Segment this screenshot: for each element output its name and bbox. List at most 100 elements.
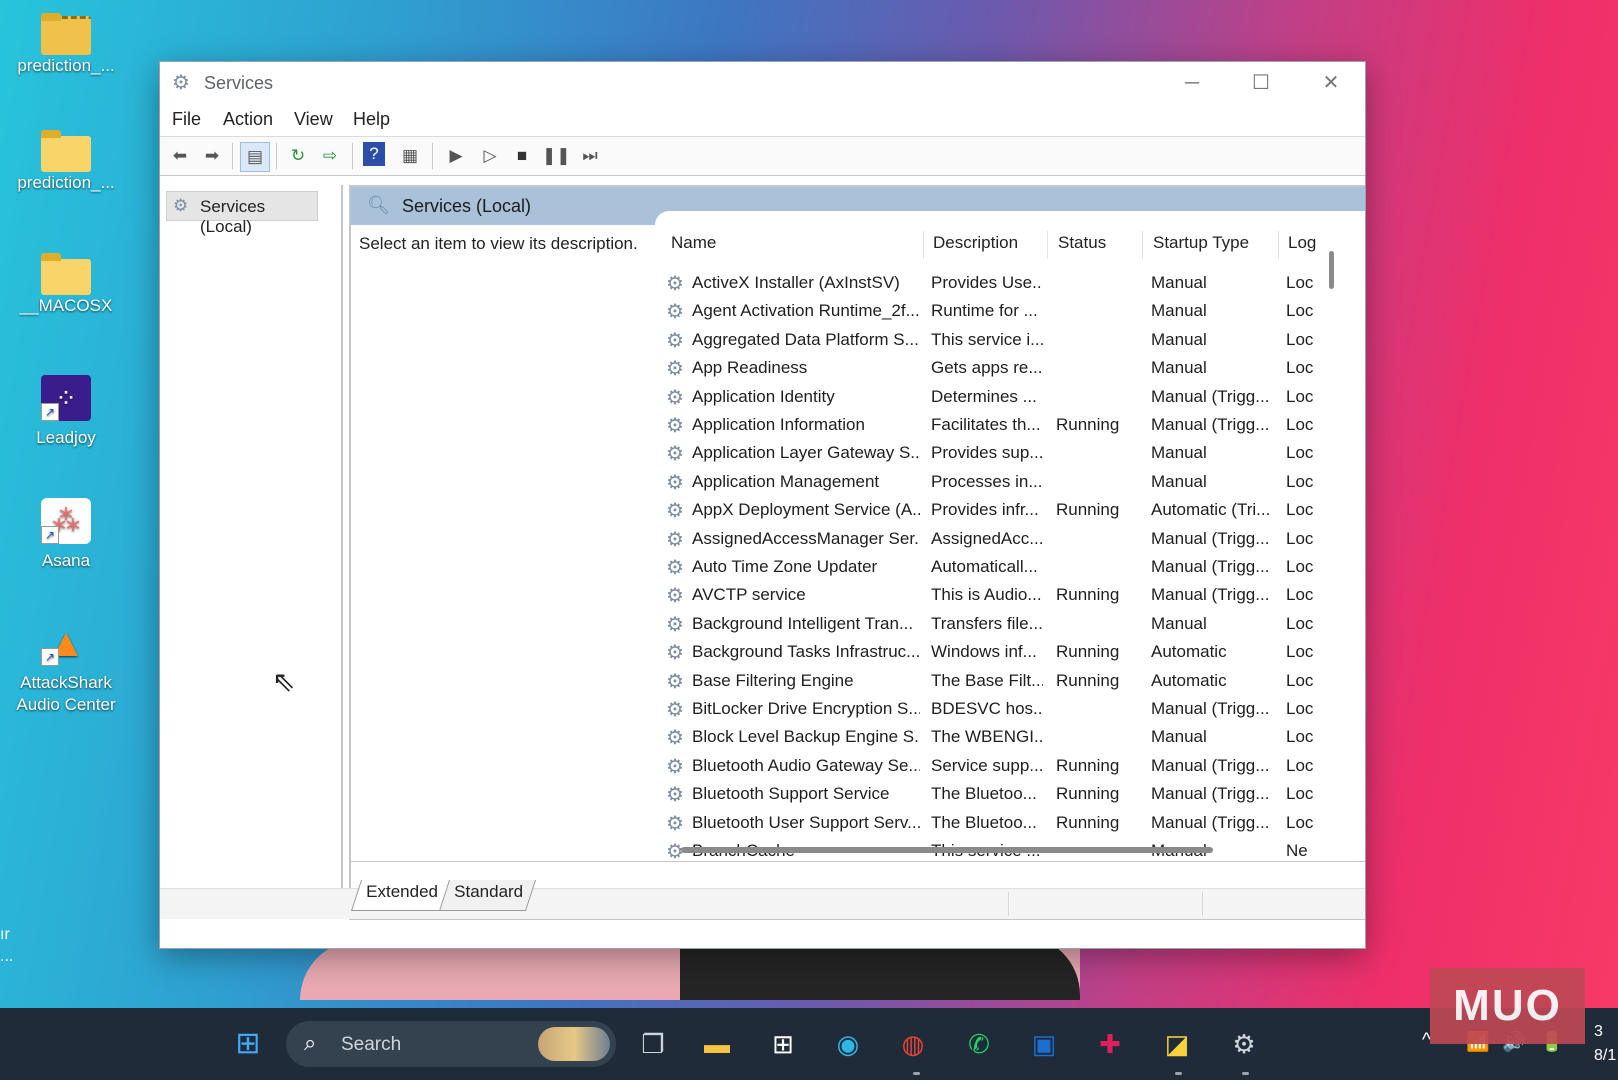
desktop-icon-prediction-folder[interactable]: prediction_... — [8, 130, 124, 194]
service-description: Service supp... — [931, 755, 1043, 775]
service-row[interactable]: ⚙ BitLocker Drive Encryption S... BDESVC h… — [663, 695, 1323, 723]
service-row[interactable]: ⚙ AppX Deployment Service (A... Provides i… — [663, 496, 1323, 524]
service-name: ActiveX Installer (AxInstSV) — [692, 273, 900, 292]
service-row[interactable]: ⚙ Application Identity Determines ... Manua… — [663, 383, 1323, 411]
menu-action[interactable]: Action — [223, 109, 273, 130]
service-startup-type: Manual (Trigg... — [1151, 784, 1270, 804]
close-button[interactable]: ✕ — [1297, 62, 1365, 104]
properties-icon[interactable]: ▦ — [396, 142, 424, 170]
desktop-icon-asana[interactable]: ⁂ ↗ Asana — [8, 498, 124, 572]
service-gear-icon: ⚙ — [666, 557, 684, 579]
service-name: Background Intelligent Tran... — [692, 613, 914, 633]
service-name: Bluetooth Support Service — [692, 784, 890, 804]
file-explorer-icon[interactable]: ▬ — [695, 1022, 739, 1066]
column-separator[interactable] — [1278, 231, 1279, 259]
service-gear-icon: ⚙ — [666, 699, 684, 721]
refresh-icon[interactable]: ↻ — [284, 142, 312, 170]
column-separator[interactable] — [923, 231, 924, 259]
service-gear-icon: ⚙ — [666, 471, 684, 494]
pause-service-icon[interactable]: ❚❚ — [542, 142, 571, 170]
service-row[interactable]: ⚙ App Readiness Gets apps re... Manual Loc — [663, 354, 1323, 382]
column-header-startup-type[interactable]: Startup Type — [1153, 233, 1249, 253]
desktop-icon-prediction-zip[interactable]: prediction_... — [8, 10, 124, 77]
column-header-description[interactable]: Description — [933, 233, 1018, 253]
service-row[interactable]: ⚙ Auto Time Zone Updater Automaticall... Ma… — [663, 553, 1323, 581]
menu-help[interactable]: Help — [353, 109, 390, 130]
desktop-icon-leadjoy[interactable]: ⁘ ↗ Leadjoy — [8, 375, 124, 449]
tab-extended[interactable]: Extended — [350, 880, 451, 911]
service-gear-icon: ⚙ — [666, 727, 684, 750]
title-bar[interactable]: ⚙ Services ─ ☐ ✕ — [160, 62, 1365, 104]
service-row[interactable]: ⚙ Block Level Backup Engine S... The WBENG… — [663, 723, 1323, 751]
service-description: Provides Use... — [931, 273, 1043, 292]
service-row[interactable]: ⚙ Aggregated Data Platform S... This servi… — [663, 326, 1323, 354]
column-separator[interactable] — [1047, 231, 1048, 259]
microsoft-store-icon[interactable]: ⊞ — [761, 1022, 805, 1066]
export-list-icon[interactable]: ⇨ — [316, 142, 344, 170]
service-row[interactable]: ⚙ ActiveX Installer (AxInstSV) Provides Us… — [663, 269, 1323, 297]
clock-date: 8/1 — [1594, 1047, 1617, 1064]
chrome-browser-icon[interactable]: ◍ — [891, 1022, 935, 1066]
forward-arrow-icon[interactable]: ➡ — [198, 142, 226, 170]
service-row[interactable]: ⚙ AVCTP service This is Audio... Running Man… — [663, 581, 1323, 609]
show-hide-console-tree-icon[interactable]: ▤ — [240, 142, 270, 172]
service-row[interactable]: ⚙ Base Filtering Engine The Base Filt... Ru… — [663, 667, 1323, 695]
service-name: Application Management — [692, 471, 880, 491]
maximize-button[interactable]: ☐ — [1227, 62, 1295, 104]
column-separator[interactable] — [1142, 231, 1143, 259]
service-status: Running — [1056, 670, 1120, 690]
service-name: App Readiness — [692, 358, 808, 378]
start-service-alt-icon[interactable]: ▷ — [476, 142, 504, 170]
desktop-icon-attackshark[interactable]: ▲ ↗ AttackShark Audio Center — [8, 620, 124, 716]
service-row[interactable]: ⚙ Agent Activation Runtime_2f... Runtime f… — [663, 297, 1323, 325]
column-header-logon[interactable]: Log — [1288, 233, 1316, 253]
back-arrow-icon[interactable]: ⬅ — [166, 142, 194, 170]
running-indicator — [913, 1072, 920, 1075]
service-description: Windows inf... — [931, 642, 1037, 662]
service-row[interactable]: ⚙ Bluetooth User Support Serv... The Bluet… — [663, 809, 1323, 837]
service-row[interactable]: ⚙ Background Tasks Infrastruc... Windows i… — [663, 638, 1323, 666]
service-row[interactable]: ⚙ Application Management Processes in... Ma… — [663, 468, 1323, 496]
service-row[interactable]: ⚙ Application Layer Gateway S... Provides … — [663, 439, 1323, 467]
horizontal-scrollbar-thumb[interactable] — [681, 847, 1213, 853]
vertical-scrollbar-thumb[interactable] — [1329, 251, 1334, 289]
clock[interactable]: 3 8/1 — [1594, 1020, 1616, 1068]
service-row[interactable]: ⚙ Bluetooth Audio Gateway Se... Service su… — [663, 752, 1323, 780]
tree-item-services-local[interactable]: ⚙ Services (Local) — [166, 191, 318, 236]
service-startup-type: Manual (Trigg... — [1151, 386, 1270, 406]
search-box[interactable]: ⌕ Search — [286, 1021, 616, 1067]
service-row[interactable]: ⚙ Background Intelligent Tran... Transfers… — [663, 610, 1323, 638]
service-logon: Loc — [1286, 727, 1314, 747]
slack-icon[interactable]: ✚ — [1088, 1022, 1132, 1066]
service-gear-icon: ⚙ — [666, 415, 684, 437]
settings-icon[interactable]: ⚙ — [1222, 1022, 1266, 1066]
column-header-name[interactable]: Name — [671, 233, 716, 253]
whatsapp-icon[interactable]: ✆ — [957, 1022, 1001, 1066]
menu-file[interactable]: File — [172, 109, 201, 130]
help-icon[interactable]: ? — [363, 142, 385, 166]
task-view-icon[interactable]: ❐ — [631, 1022, 675, 1066]
service-logon: Loc — [1286, 443, 1314, 463]
menu-view[interactable]: View — [294, 109, 333, 130]
desktop-icon-label: Leadjoy — [36, 428, 96, 447]
service-row[interactable]: ⚙ AssignedAccessManager Ser... AssignedAcc… — [663, 525, 1323, 553]
trello-icon[interactable]: ▣ — [1022, 1022, 1066, 1066]
service-name: AVCTP service — [692, 585, 806, 605]
tab-standard[interactable]: Standard — [438, 880, 537, 911]
service-row[interactable]: ⚙ Application Information Facilitates th..… — [663, 411, 1323, 439]
stop-service-icon[interactable]: ■ — [508, 142, 536, 170]
service-name: Application Identity — [692, 386, 835, 406]
service-row[interactable]: ⚙ Bluetooth Support Service The Bluetoo...… — [663, 780, 1323, 808]
minimize-button[interactable]: ─ — [1158, 62, 1226, 104]
service-description: Provides infr... — [931, 500, 1039, 520]
column-header-status[interactable]: Status — [1058, 233, 1106, 253]
edge-browser-icon[interactable]: ◉ — [826, 1022, 870, 1066]
windows-start-icon[interactable]: ⊞ — [226, 1022, 270, 1066]
panel-bottom-border — [351, 861, 1365, 862]
vertical-scrollbar[interactable] — [1327, 227, 1335, 827]
desktop-icon-macosx[interactable]: __MACOSX — [8, 253, 124, 317]
start-service-icon[interactable]: ▶ — [442, 142, 470, 170]
service-logon: Loc — [1286, 557, 1314, 576]
sticky-notes-icon[interactable]: ◪ — [1155, 1022, 1199, 1066]
resume-service-icon[interactable]: ⏭ — [576, 142, 604, 170]
